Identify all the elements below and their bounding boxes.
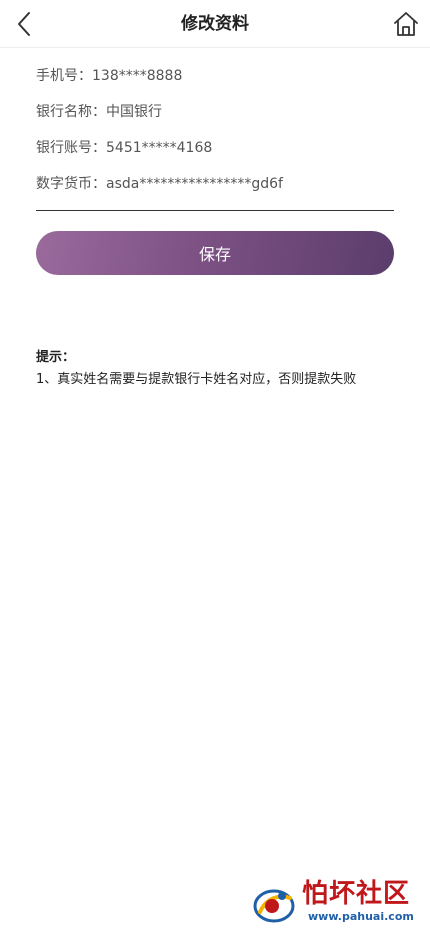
watermark-name: 怕坏社区 [302,879,411,909]
home-icon [394,12,418,36]
home-button[interactable] [390,8,422,40]
save-button[interactable]: 保存 [36,231,394,275]
watermark: 怕坏社区 www.pahuai.com [252,878,422,928]
tips-item: 1、真实姓名需要与提款银行卡姓名对应，否则提款失败 [36,372,357,387]
header-bar: 修改资料 [0,0,430,48]
bank-account-row: 银行账号：5451*****4168 [36,140,213,156]
tips-title: 提示： [36,350,76,365]
watermark-url: www.pahuai.com [308,910,414,923]
edit-profile-page: 修改资料 手机号：138****8888 银行名称：中国银行 银行账号：5451… [0,0,430,932]
divider [36,210,394,211]
chevron-left-icon [18,12,30,36]
page-title: 修改资料 [181,14,249,34]
watermark-logo-icon [253,889,295,923]
tips-section: 提示： 1、真实姓名需要与提款银行卡姓名对应，否则提款失败 [36,348,406,392]
back-button[interactable] [10,8,38,40]
phone-row: 手机号：138****8888 [36,68,183,84]
digital-currency-row: 数字货币：asda****************gd6f [36,176,283,192]
account-info: 手机号：138****8888 银行名称：中国银行 银行账号：5451*****… [36,58,394,202]
bank-name-row: 银行名称：中国银行 [36,104,162,120]
